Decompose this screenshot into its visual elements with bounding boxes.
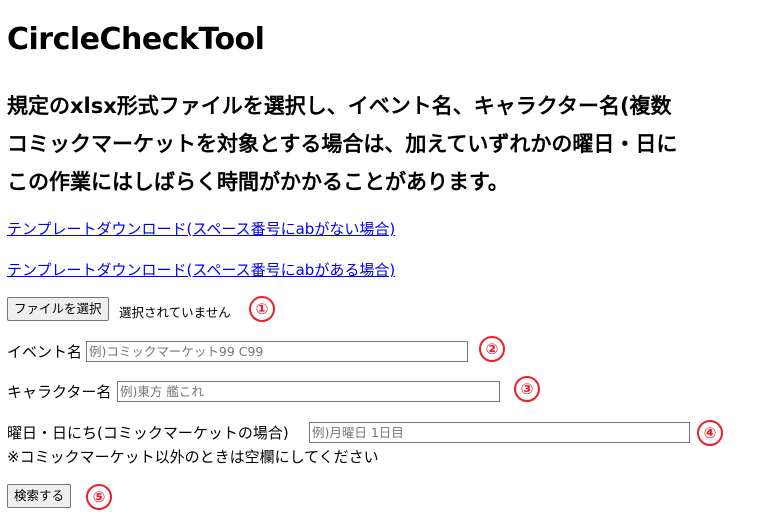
day-label: 曜日・日にち(コミックマーケットの場合) — [7, 424, 289, 442]
marker-5-icon: ⑤ — [86, 484, 112, 510]
day-input[interactable] — [309, 422, 690, 443]
character-name-label: キャラクター名 — [7, 383, 112, 401]
event-name-label: イベント名 — [7, 343, 83, 361]
template-download-link-no-ab[interactable]: テンプレートダウンロード(スペース番号にabがない場合) — [7, 218, 395, 239]
template-download-link-ab[interactable]: テンプレートダウンロード(スペース番号にabがある場合) — [7, 259, 395, 280]
character-name-input[interactable] — [117, 381, 500, 402]
choose-file-button[interactable]: ファイルを選択 — [7, 297, 109, 321]
event-name-input[interactable] — [86, 341, 468, 362]
page-title: CircleCheckTool — [7, 22, 265, 57]
file-status: 選択されていません — [119, 305, 231, 320]
day-note: ※コミックマーケット以外のときは空欄にしてください — [7, 448, 379, 466]
description: 規定のxlsx形式ファイルを選択し、イベント名、キャラクター名(複数 コミックマ… — [7, 87, 760, 201]
description-line: 規定のxlsx形式ファイルを選択し、イベント名、キャラクター名(複数 — [7, 94, 672, 118]
search-button[interactable]: 検索する — [7, 484, 72, 508]
marker-4-icon: ④ — [697, 420, 723, 446]
marker-2-icon: ② — [479, 336, 505, 362]
marker-3-icon: ③ — [514, 376, 540, 402]
description-line: この作業にはしばらく時間がかかることがあります。 — [7, 170, 509, 194]
description-line: コミックマーケットを対象とする場合は、加えていずれかの曜日・日に — [7, 132, 678, 156]
marker-1-icon: ① — [249, 296, 275, 322]
